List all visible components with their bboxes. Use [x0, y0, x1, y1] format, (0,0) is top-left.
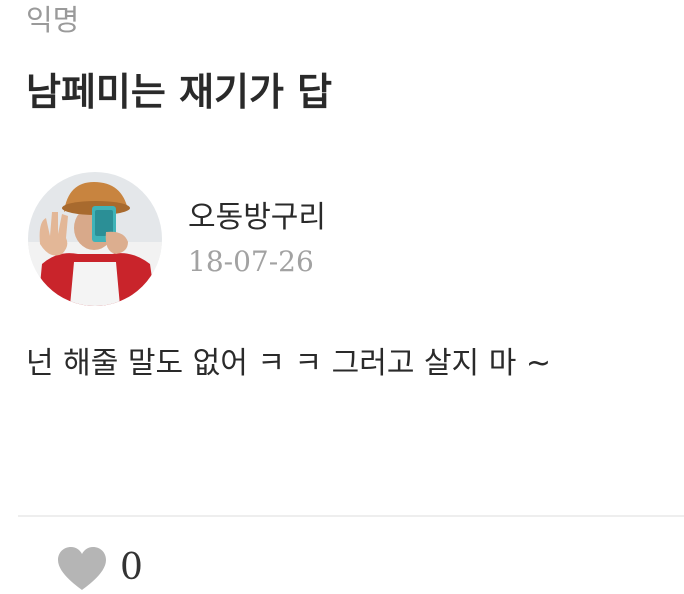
- avatar[interactable]: [28, 172, 162, 306]
- post-date: 18-07-26: [188, 245, 314, 278]
- like-count: 0: [120, 547, 143, 588]
- avatar-photo: [28, 172, 162, 306]
- heart-icon: [58, 547, 106, 590]
- post-title: 남페미는 재기가 답: [26, 70, 333, 114]
- divider: [18, 515, 684, 517]
- author-name[interactable]: 오동방구리: [188, 200, 326, 236]
- post-body: 넌 해줄 말도 없어 ㅋ ㅋ 그러고 살지 마 ~: [26, 346, 551, 381]
- post-category: 익명: [26, 3, 80, 37]
- like-button[interactable]: [56, 546, 108, 592]
- post-author: 오동방구리 18-07-26: [28, 172, 528, 308]
